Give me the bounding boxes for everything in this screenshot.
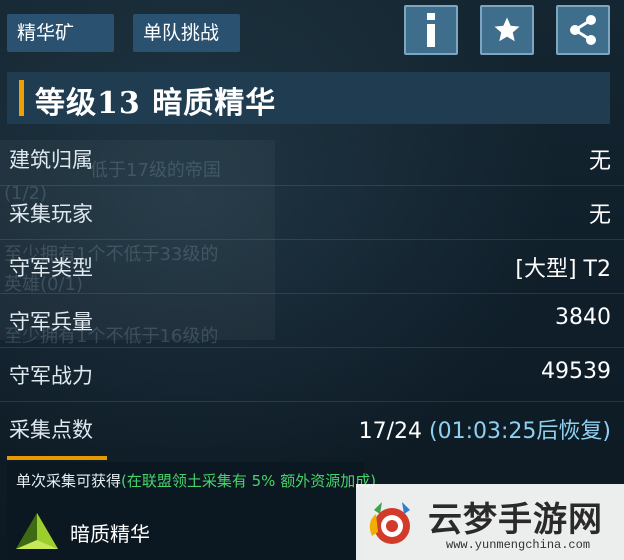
- detail-label: 采集点数: [9, 418, 93, 442]
- detail-label: 采集玩家: [9, 202, 93, 226]
- detail-row-garrison-type: 守军类型 [大型] T2: [0, 240, 624, 294]
- watermark-title: 云梦手游网: [428, 500, 603, 540]
- gain-prefix: 单次采集可获得: [16, 472, 122, 490]
- reward-accent-bar: [7, 456, 107, 460]
- star-icon: [494, 17, 520, 42]
- detail-value: 无: [588, 149, 611, 174]
- alliance-bonus-text: (在联盟领土采集有 5% 额外资源加成): [121, 472, 377, 490]
- detail-value: 无: [588, 203, 611, 228]
- detail-label: 守军兵量: [9, 310, 93, 334]
- share-button[interactable]: [556, 5, 610, 55]
- detail-label: 建筑归属: [9, 148, 93, 172]
- detail-row-collecting-player: 采集玩家 无: [0, 186, 624, 240]
- recover-timer: (01:03:25后恢复): [429, 419, 611, 444]
- detail-row-garrison-power: 守军战力 49539: [0, 348, 624, 402]
- title-banner: 等级13 暗质精华: [7, 72, 610, 124]
- detail-value: 49539: [541, 359, 611, 384]
- info-button[interactable]: [404, 5, 458, 55]
- title-accent-bar: [19, 80, 24, 116]
- detail-row-collect-points: 采集点数 17/24 (01:03:25后恢复): [0, 402, 624, 455]
- page-title: 等级13 暗质精华: [35, 86, 277, 121]
- gain-description: 单次采集可获得(在联盟领土采集有 5% 额外资源加成): [16, 470, 376, 491]
- detail-label: 守军战力: [9, 364, 93, 388]
- info-icon: [427, 13, 435, 47]
- collect-count: 17/24: [358, 419, 423, 444]
- watermark-logo-icon: [369, 502, 410, 544]
- dark-essence-icon: [16, 513, 58, 549]
- detail-label: 守军类型: [9, 256, 93, 280]
- detail-row-building-owner: 建筑归属 无: [0, 132, 624, 186]
- reward-name: 暗质精华: [70, 522, 150, 546]
- share-icon: [570, 15, 596, 45]
- collect-points-value: 17/24 (01:03:25后恢复): [359, 413, 611, 445]
- detail-value: [大型] T2: [515, 257, 611, 282]
- detail-row-garrison-troops: 守军兵量 3840: [0, 294, 624, 348]
- detail-value: 3840: [555, 305, 611, 330]
- favorite-button[interactable]: [480, 5, 534, 55]
- watermark: 云梦手游网 www.yunmengchina.com: [356, 484, 624, 560]
- watermark-url: www.yunmengchina.com: [446, 538, 591, 552]
- tab-squad-challenge[interactable]: 单队挑战: [133, 14, 240, 52]
- tab-mineral[interactable]: 精华矿: [7, 14, 114, 52]
